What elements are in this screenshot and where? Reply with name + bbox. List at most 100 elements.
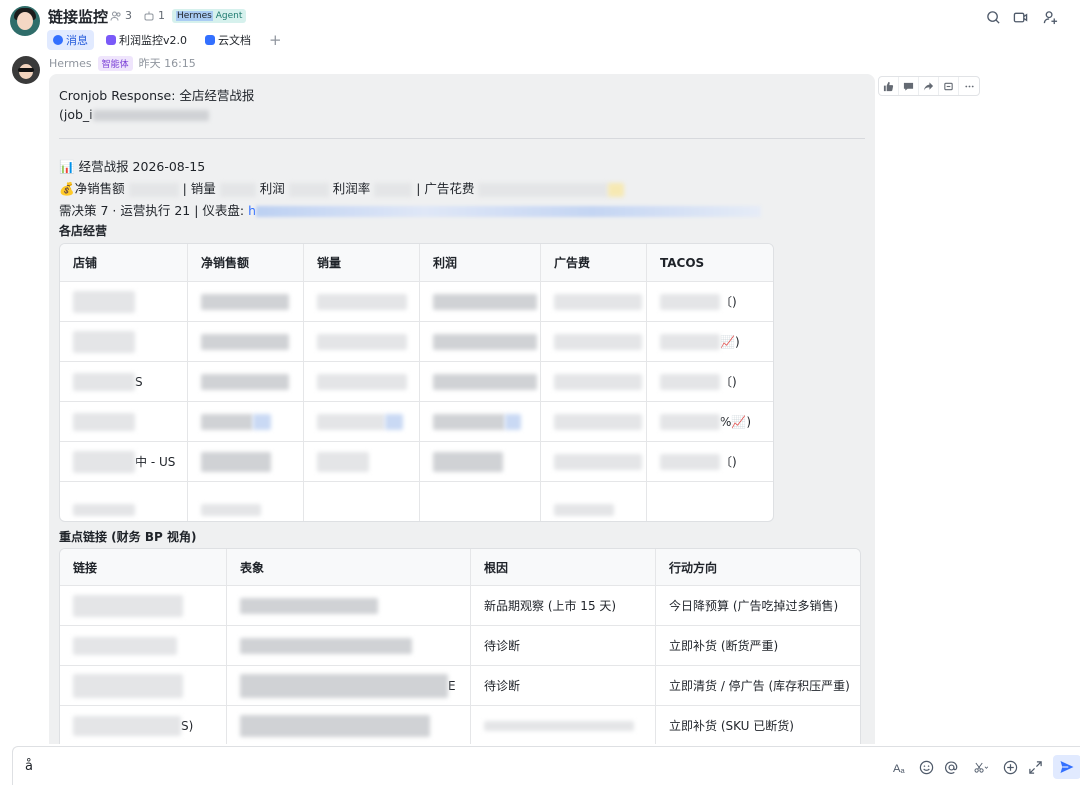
report-title-text: 经营战报 2026-08-15 (78, 159, 206, 174)
table-row[interactable]: E 待诊断 立即清货 / 停广告 (库存积压严重) (60, 666, 860, 706)
table-row[interactable]: 待诊断 立即补货 (断货严重) (60, 626, 860, 666)
job-id-line: (job_i (59, 107, 209, 122)
table-row[interactable]: 📈) (60, 322, 773, 362)
sender-avatar[interactable] (12, 56, 40, 84)
table-row[interactable]: S) 立即补货 (SKU 已断货) (60, 706, 860, 744)
table-row[interactable]: S 〔) (60, 362, 773, 402)
table-cell (188, 482, 304, 521)
metric-net-sales-label: 净销售额 (74, 181, 125, 196)
table-cell: 〔) (647, 282, 773, 321)
redacted-value (201, 503, 261, 516)
pin-icon[interactable] (939, 77, 959, 95)
table-row[interactable]: %📈) (60, 402, 773, 442)
tab-messages[interactable]: 消息 (47, 30, 94, 50)
table-cell: 〔) (647, 362, 773, 401)
col-header-root-cause[interactable]: 根因 (471, 549, 656, 585)
add-member-icon[interactable] (1041, 8, 1059, 26)
chat-title[interactable]: 链接监控 (48, 6, 108, 27)
tab-profit-monitor[interactable]: 利润监控v2.0 (100, 30, 193, 50)
agent-tag-rest: Agent (212, 11, 243, 21)
video-call-icon[interactable] (1011, 8, 1029, 26)
forward-icon[interactable] (919, 77, 939, 95)
col-header-store[interactable]: 店铺 (60, 244, 188, 281)
redacted-link[interactable] (256, 206, 762, 217)
store-table: 店铺 净销售额 销量 利润 广告费 TACOS 〔) 📈) S 〔) %📈) 中… (59, 243, 774, 522)
bot-count-value: 1 (158, 9, 165, 22)
dashboard-link[interactable]: h (248, 203, 256, 218)
redacted-value (385, 413, 403, 430)
redacted-value (201, 413, 253, 430)
link-cell-text: S) (181, 718, 194, 733)
scissors-icon[interactable] (969, 758, 993, 776)
table-cell (188, 442, 304, 481)
cell-fragment: 中 - US (135, 455, 176, 469)
redacted-value (253, 413, 271, 430)
cell-fragment: 〔) (720, 455, 737, 469)
table-cell (541, 482, 647, 521)
redacted-value (554, 293, 642, 310)
message-bubble[interactable]: Cronjob Response: 全店经营战报 (job_i 📊 经营战报 2… (49, 74, 875, 744)
redacted-value (73, 330, 135, 353)
col-header-tacos[interactable]: TACOS (647, 244, 773, 281)
more-icon[interactable] (959, 77, 979, 95)
table-cell: 待诊断 (471, 666, 656, 705)
search-icon[interactable] (984, 8, 1002, 26)
message-input[interactable]: å (25, 759, 33, 774)
send-button[interactable] (1053, 755, 1080, 779)
add-tab-button[interactable]: + (263, 31, 288, 49)
chart-icon: 📊 (59, 159, 75, 174)
table-cell: %📈) (647, 402, 773, 441)
group-avatar[interactable] (10, 6, 40, 36)
col-header-link[interactable]: 链接 (60, 549, 227, 585)
expand-icon[interactable] (1026, 758, 1044, 776)
col-header-units[interactable]: 销量 (304, 244, 420, 281)
table-cell: 中 - US (60, 442, 188, 481)
table-row[interactable]: 中 - US 〔) (60, 442, 773, 482)
table-cell (420, 482, 541, 521)
thumbs-up-icon[interactable] (879, 77, 899, 95)
redacted-value (660, 453, 720, 470)
redacted-value (505, 413, 521, 430)
col-header-profit[interactable]: 利润 (420, 244, 541, 281)
sender-name[interactable]: Hermes (49, 57, 92, 70)
col-header-ad-cost[interactable]: 广告费 (541, 244, 647, 281)
message-list[interactable]: Hermes 智能体 昨天 16:15 Cronjob Response: 全店… (0, 54, 1080, 744)
redacted-value (73, 503, 135, 516)
key-links-table: 链接 表象 根因 行动方向 新品期观察 (上市 15 天) 今日降预算 (广告吃… (59, 548, 861, 744)
redacted-value (374, 182, 413, 197)
redacted-value (554, 373, 642, 390)
redacted-value (128, 182, 179, 197)
add-icon[interactable] (1001, 758, 1019, 776)
redacted-value (478, 182, 609, 197)
table-row[interactable] (60, 482, 773, 521)
redacted-value (317, 373, 407, 390)
text-format-icon[interactable]: Aa (891, 758, 909, 776)
agent-tag: Hermes Agent (172, 9, 247, 23)
comment-icon[interactable] (899, 77, 919, 95)
table-cell (420, 362, 541, 401)
tab-label: 利润监控v2.0 (119, 34, 188, 47)
redacted-value (608, 182, 625, 197)
table-row[interactable]: 新品期观察 (上市 15 天) 今日降预算 (广告吃掉过多销售) (60, 586, 860, 626)
redacted-value (554, 413, 642, 430)
col-header-symptom[interactable]: 表象 (227, 549, 471, 585)
tab-cloud-docs[interactable]: 云文档 (199, 30, 257, 50)
redacted-value (73, 450, 135, 473)
redacted-value (201, 293, 289, 310)
bot-count[interactable]: 1 (143, 9, 165, 22)
col-header-action[interactable]: 行动方向 (656, 549, 860, 585)
mention-icon[interactable] (942, 758, 960, 776)
chat-tabs: 消息 利润监控v2.0 云文档 + (47, 30, 288, 50)
redacted-value (73, 372, 135, 391)
col-header-net-sales[interactable]: 净销售额 (188, 244, 304, 281)
redacted-value (484, 720, 634, 731)
redacted-value (73, 636, 177, 655)
section-key-links: 重点链接 (财务 BP 视角) (59, 530, 197, 544)
table-header-row: 链接 表象 根因 行动方向 (60, 549, 860, 586)
emoji-icon[interactable] (917, 758, 935, 776)
table-cell (304, 322, 420, 361)
redacted-value (554, 333, 642, 350)
section-store-performance: 各店经营 (59, 224, 108, 238)
member-count[interactable]: 3 (110, 9, 132, 22)
table-row[interactable]: 〔) (60, 282, 773, 322)
